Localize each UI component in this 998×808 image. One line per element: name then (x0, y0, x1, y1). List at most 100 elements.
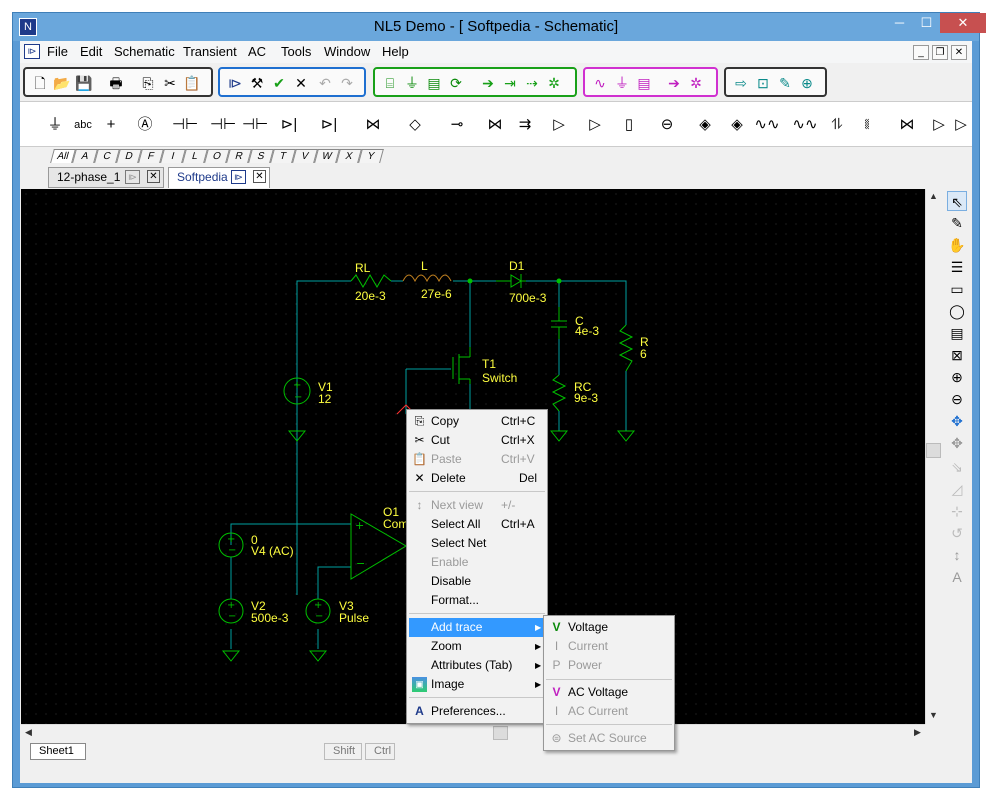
close-tab-icon[interactable]: ✕ (253, 170, 266, 183)
submenu-ac-voltage[interactable]: V AC Voltage (546, 683, 672, 702)
transient-table-icon[interactable]: ▤ (425, 74, 443, 92)
submenu-current[interactable]: I Current (546, 637, 672, 656)
document-system-menu-icon[interactable]: ⧐ (24, 44, 40, 59)
transient-step-icon[interactable]: ⇢ (523, 74, 541, 92)
mdi-close-button[interactable]: ✕ (951, 45, 967, 60)
transient-start-icon[interactable]: ➔ (479, 74, 497, 92)
menu-tools[interactable]: Tools (281, 44, 311, 59)
horizontal-scroll-thumb[interactable] (493, 726, 508, 740)
triac-icon[interactable]: ⇉ (512, 114, 538, 136)
scroll-right-icon[interactable]: ▶ (910, 725, 925, 740)
menu-schematic[interactable]: Schematic (114, 44, 175, 59)
hand-pan-icon[interactable]: ✋ (947, 235, 967, 255)
maximize-button[interactable]: ☐ (913, 13, 940, 33)
copy-tool-icon[interactable]: ⎘ (139, 74, 157, 92)
fit-all-icon[interactable]: ✥ (947, 433, 967, 453)
redo-icon[interactable]: ↷ (338, 74, 356, 92)
thyristor-icon[interactable]: ⋈ (482, 114, 508, 136)
bidirectional-diode-icon[interactable]: ⋈ (360, 114, 386, 136)
zoom-out-icon[interactable]: ⊖ (947, 389, 967, 409)
menu-format[interactable]: Format... (409, 591, 545, 610)
vertical-align-icon[interactable]: ↕ (947, 545, 967, 565)
menu-delete[interactable]: ✕ Delete Del (409, 469, 545, 488)
menu-ac[interactable]: AC (248, 44, 266, 59)
scroll-up-icon[interactable]: ▲ (926, 189, 941, 204)
menu-file[interactable]: File (47, 44, 68, 59)
palette-scroll-right-icon[interactable]: ▷ (948, 114, 974, 136)
text-size-icon[interactable]: A (947, 567, 967, 587)
text-box-tool-icon[interactable]: ▤ (947, 323, 967, 343)
vertical-scroll-thumb[interactable] (926, 443, 941, 458)
edit-icon[interactable]: ✎ (776, 74, 794, 92)
ammeter-component-icon[interactable]: Ⓐ (132, 114, 158, 136)
new-file-icon[interactable]: 🗋 (31, 74, 49, 92)
menu-edit[interactable]: Edit (80, 44, 102, 59)
menu-attributes[interactable]: Attributes (Tab) ▶ (409, 656, 545, 675)
submenu-power[interactable]: P Power (546, 656, 672, 675)
menu-copy[interactable]: ⎘ Copy Ctrl+C (409, 412, 545, 431)
transient-continue-icon[interactable]: ⇥ (501, 74, 519, 92)
image-tool-icon[interactable]: ⊠ (947, 345, 967, 365)
menu-zoom[interactable]: Zoom ▶ (409, 637, 545, 656)
capacitor-component-icon[interactable]: ⊣⊢ (172, 114, 198, 136)
menu-cut[interactable]: ✂ Cut Ctrl+X (409, 431, 545, 450)
diode-component-icon[interactable]: ⊳| (276, 114, 302, 136)
minimize-button[interactable]: ─ (886, 13, 913, 33)
ac-table-icon[interactable]: ▤ (635, 74, 653, 92)
ellipse-tool-icon[interactable]: ◯ (947, 301, 967, 321)
wire-tool-icon[interactable]: ☰ (947, 257, 967, 277)
flip-icon[interactable]: ◿ (947, 479, 967, 499)
fit-window-icon[interactable]: ✥ (947, 411, 967, 431)
label-component-icon[interactable]: abc (70, 114, 96, 136)
ac-stop-icon[interactable]: ✲ (687, 74, 705, 92)
pencil-icon[interactable]: ✎ (947, 213, 967, 233)
select-pointer-icon[interactable]: ⇖ (947, 191, 967, 211)
ground-component-icon[interactable]: ⏚ (42, 114, 68, 136)
buffer-component-icon[interactable]: ▷ (546, 114, 572, 136)
menu-add-trace[interactable]: Add trace ▶ (409, 618, 545, 637)
zoom-in-icon[interactable]: ⊕ (947, 367, 967, 387)
rectangle-tool-icon[interactable]: ▭ (947, 279, 967, 299)
transient-trace-icon[interactable]: ⏚ (403, 74, 421, 92)
category-tab-y[interactable]: Y (358, 149, 384, 163)
schematic-window-icon[interactable]: ⧐ (226, 74, 244, 92)
ac-start-icon[interactable]: ➔ (665, 74, 683, 92)
close-tab-icon[interactable]: ✕ (147, 170, 160, 183)
mdi-restore-button[interactable]: ❐ (932, 45, 948, 60)
submenu-set-ac-source[interactable]: ⊜ Set AC Source (546, 729, 672, 748)
tools-icon[interactable]: ⚒ (248, 74, 266, 92)
transformer-3ph-icon[interactable]: ⧛ (854, 114, 880, 136)
check-icon[interactable]: ✔ (270, 74, 288, 92)
paste-tool-icon[interactable]: 📋 (183, 74, 201, 92)
menu-paste[interactable]: 📋 Paste Ctrl+V (409, 450, 545, 469)
node-component-icon[interactable]: + (98, 114, 124, 136)
menu-window[interactable]: Window (324, 44, 370, 59)
menu-disable[interactable]: Disable (409, 572, 545, 591)
rotate-ccw-icon[interactable]: ↺ (947, 523, 967, 543)
switch-diode-icon[interactable]: ⊸ (444, 114, 470, 136)
print-icon[interactable]: 🖶 (107, 74, 125, 92)
opamp-component-icon[interactable]: ▷ (582, 114, 608, 136)
save-icon[interactable]: 💾 (75, 74, 93, 92)
transient-graph-icon[interactable]: ⌸ (381, 74, 399, 92)
horizontal-scrollbar[interactable]: ◀ ▶ (21, 724, 925, 741)
submenu-ac-current[interactable]: I AC Current (546, 702, 672, 721)
sheet-tab[interactable]: Sheet1 (30, 743, 86, 760)
close-button[interactable]: ✕ (940, 13, 986, 33)
menu-preferences[interactable]: A Preferences... (409, 702, 545, 721)
menu-select-net[interactable]: Select Net (409, 534, 545, 553)
zener-component-icon[interactable]: ⊳| (316, 114, 342, 136)
rotate-icon[interactable]: ⊹ (947, 501, 967, 521)
bridge-component-icon[interactable]: ◇ (402, 114, 428, 136)
switch-capacitor-icon[interactable]: ⊣⊢ (210, 114, 236, 136)
doc-tab-softpedia[interactable]: Softpedia ⧐ ✕ (168, 167, 270, 188)
transient-run-icon[interactable]: ⟳ (447, 74, 465, 92)
switch-icon[interactable]: ⊣⊢ (242, 114, 268, 136)
dep-source-icon[interactable]: ◈ (692, 114, 718, 136)
doc-tab-12-phase[interactable]: 12-phase_1 ⧐ ✕ (48, 167, 164, 188)
menu-select-all[interactable]: Select All Ctrl+A (409, 515, 545, 534)
ac-graph-icon[interactable]: ∿ (591, 74, 609, 92)
undo-icon[interactable]: ↶ (316, 74, 334, 92)
mirror-icon[interactable]: ⇘ (947, 457, 967, 477)
scroll-down-icon[interactable]: ▼ (926, 708, 941, 723)
